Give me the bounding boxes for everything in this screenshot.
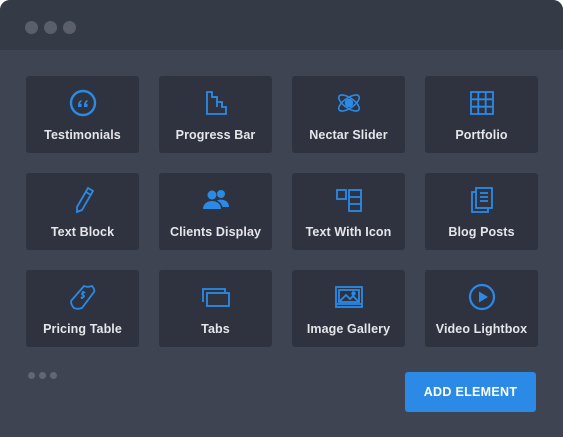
element-tile-nectar-slider[interactable]: Nectar Slider (292, 76, 405, 153)
element-label: Clients Display (169, 225, 262, 239)
window-control-dot[interactable] (63, 21, 76, 34)
title-bar (0, 0, 563, 50)
element-tile-progress-bar[interactable]: Progress Bar (159, 76, 272, 153)
more-dot (39, 372, 46, 379)
element-tile-portfolio[interactable]: Portfolio (425, 76, 538, 153)
tabs-icon (201, 282, 231, 312)
more-dot (50, 372, 57, 379)
add-element-button[interactable]: ADD ELEMENT (405, 372, 536, 412)
money-icon (68, 282, 98, 312)
users-icon (201, 185, 231, 215)
progress-bar-icon (201, 88, 231, 118)
element-label: Progress Bar (175, 128, 256, 142)
play-icon (467, 282, 497, 312)
element-label: Text Block (50, 225, 115, 239)
element-tile-text-with-icon[interactable]: Text With Icon (292, 173, 405, 250)
element-tile-testimonials[interactable]: Testimonials (26, 76, 139, 153)
pencil-icon (68, 185, 98, 215)
more-dot (28, 372, 35, 379)
element-label: Pricing Table (43, 322, 122, 336)
documents-icon (467, 185, 497, 215)
element-tile-clients-display[interactable]: Clients Display (159, 173, 272, 250)
window-control-dot[interactable] (44, 21, 57, 34)
element-tile-image-gallery[interactable]: Image Gallery (292, 270, 405, 347)
text-with-icon-icon (334, 185, 364, 215)
element-tile-tabs[interactable]: Tabs (159, 270, 272, 347)
element-tile-blog-posts[interactable]: Blog Posts (425, 173, 538, 250)
window-control-dot[interactable] (25, 21, 38, 34)
element-picker-window: Testimonials Progress Bar Nectar Slider … (0, 0, 563, 437)
element-label: Portfolio (455, 128, 508, 142)
element-label: Nectar Slider (309, 128, 388, 142)
grid-icon (467, 88, 497, 118)
atom-icon (334, 88, 364, 118)
element-tile-text-block[interactable]: Text Block (26, 173, 139, 250)
more-indicator[interactable] (28, 372, 57, 379)
element-tile-video-lightbox[interactable]: Video Lightbox (425, 270, 538, 347)
element-label: Image Gallery (306, 322, 391, 336)
element-label: Blog Posts (448, 225, 515, 239)
element-grid: Testimonials Progress Bar Nectar Slider … (26, 76, 538, 347)
element-label: Video Lightbox (435, 322, 528, 336)
element-tile-pricing-table[interactable]: Pricing Table (26, 270, 139, 347)
element-label: Testimonials (44, 128, 121, 142)
quote-icon (68, 88, 98, 118)
image-icon (334, 282, 364, 312)
element-label: Text With Icon (305, 225, 392, 239)
element-label: Tabs (201, 322, 230, 336)
